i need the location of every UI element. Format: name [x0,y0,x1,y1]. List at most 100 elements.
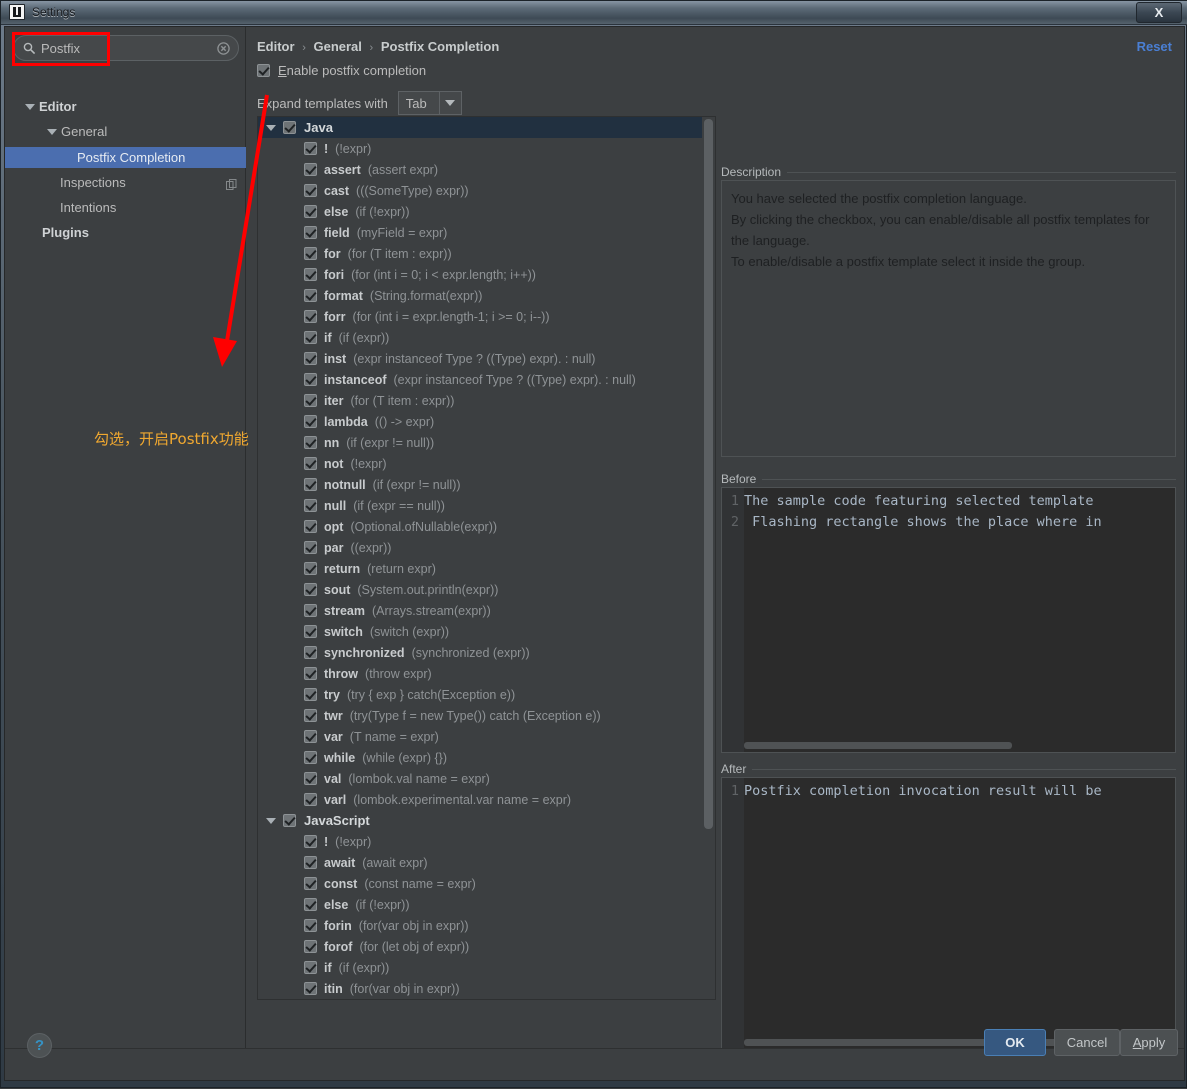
template-row[interactable]: null (if (expr == null)) [258,495,702,516]
close-icon[interactable]: X [1136,2,1182,23]
template-row[interactable]: await (await expr) [258,852,702,873]
postfix-templates-list[interactable]: Java! (!expr) assert (assert expr) cast (((So… [257,116,716,1000]
template-checkbox[interactable] [304,352,317,365]
template-row[interactable]: return (return expr) [258,558,702,579]
template-group-row[interactable]: Java [258,117,702,138]
template-checkbox[interactable] [304,646,317,659]
sidebar-item-general[interactable]: General [45,121,107,142]
search-box[interactable]: Postfix [13,35,239,61]
template-row[interactable]: for (for (T item : expr)) [258,243,702,264]
template-checkbox[interactable] [304,457,317,470]
template-checkbox[interactable] [304,730,317,743]
sidebar-item-editor[interactable]: Editor [23,96,77,117]
template-group-checkbox[interactable] [283,121,296,134]
reset-link[interactable]: Reset [1137,39,1172,54]
template-checkbox[interactable] [304,499,317,512]
chevron-down-icon[interactable] [266,815,277,826]
enable-postfix-completion-row[interactable]: Enable postfix completion [257,63,426,78]
template-checkbox[interactable] [304,184,317,197]
template-checkbox[interactable] [304,562,317,575]
templates-list-scroll-thumb[interactable] [704,119,713,829]
before-hscrollbar[interactable] [744,742,1173,749]
template-row[interactable]: val (lombok.val name = expr) [258,768,702,789]
template-row[interactable]: par ((expr)) [258,537,702,558]
template-row[interactable]: assert (assert expr) [258,159,702,180]
template-row[interactable]: if (if (expr)) [258,327,702,348]
template-checkbox[interactable] [304,898,317,911]
clear-circle-icon[interactable] [217,42,230,55]
breadcrumb-item-general[interactable]: General [313,39,361,54]
template-row[interactable]: else (if (!expr)) [258,894,702,915]
apply-button[interactable]: Apply [1120,1029,1178,1056]
template-checkbox[interactable] [304,205,317,218]
template-row[interactable]: const (const name = expr) [258,873,702,894]
chevron-down-icon[interactable] [438,92,461,114]
template-row[interactable]: iter (for (T item : expr)) [258,390,702,411]
template-checkbox[interactable] [304,541,317,554]
template-row[interactable]: twr (try(Type f = new Type()) catch (Exce… [258,705,702,726]
sidebar-item-intentions[interactable]: Intentions [60,197,116,218]
template-checkbox[interactable] [304,856,317,869]
template-row[interactable]: field (myField = expr) [258,222,702,243]
template-row[interactable]: forin (for(var obj in expr)) [258,915,702,936]
template-checkbox[interactable] [304,961,317,974]
expand-templates-select[interactable]: Tab [397,91,462,115]
template-checkbox[interactable] [304,415,317,428]
template-row[interactable]: try (try { exp } catch(Exception e)) [258,684,702,705]
template-checkbox[interactable] [304,436,317,449]
template-row[interactable]: varl (lombok.experimental.var name = expr… [258,789,702,810]
template-row[interactable]: sout (System.out.println(expr)) [258,579,702,600]
template-row[interactable]: while (while (expr) {}) [258,747,702,768]
template-checkbox[interactable] [304,373,317,386]
template-checkbox[interactable] [304,604,317,617]
enable-postfix-completion-checkbox[interactable] [257,64,270,77]
template-group-checkbox[interactable] [283,814,296,827]
template-checkbox[interactable] [304,688,317,701]
template-row[interactable]: ! (!expr) [258,138,702,159]
template-row[interactable]: synchronized (synchronized (expr)) [258,642,702,663]
sidebar-item-postfix-completion[interactable]: Postfix Completion [5,147,246,168]
template-checkbox[interactable] [304,940,317,953]
cancel-button[interactable]: Cancel [1054,1029,1120,1056]
search-input[interactable]: Postfix [13,35,239,61]
template-row[interactable]: throw (throw expr) [258,663,702,684]
templates-list-scrollbar[interactable] [702,117,715,999]
template-row[interactable]: fori (for (int i = 0; i < expr.length; i+… [258,264,702,285]
template-row[interactable]: forr (for (int i = expr.length-1; i >= 0;… [258,306,702,327]
template-checkbox[interactable] [304,709,317,722]
template-row[interactable]: if (if (expr)) [258,957,702,978]
template-row[interactable]: var (T name = expr) [258,726,702,747]
template-checkbox[interactable] [304,667,317,680]
template-checkbox[interactable] [304,793,317,806]
template-checkbox[interactable] [304,625,317,638]
copy-icon[interactable] [226,177,237,190]
template-checkbox[interactable] [304,583,317,596]
template-row[interactable]: itin (for(var obj in expr)) [258,978,702,999]
template-checkbox[interactable] [304,163,317,176]
template-checkbox[interactable] [304,772,317,785]
template-row[interactable]: stream (Arrays.stream(expr)) [258,600,702,621]
template-checkbox[interactable] [304,289,317,302]
template-checkbox[interactable] [304,226,317,239]
template-checkbox[interactable] [304,520,317,533]
template-row[interactable]: lambda (() -> expr) [258,411,702,432]
template-row[interactable]: cast (((SomeType) expr)) [258,180,702,201]
breadcrumb-item-editor[interactable]: Editor [257,39,295,54]
template-row[interactable]: forof (for (let obj of expr)) [258,936,702,957]
template-checkbox[interactable] [304,751,317,764]
template-checkbox[interactable] [304,331,317,344]
chevron-down-icon[interactable] [266,122,277,133]
sidebar-item-plugins[interactable]: Plugins [42,222,89,243]
template-row[interactable]: inst (expr instanceof Type ? ((Type) expr… [258,348,702,369]
template-checkbox[interactable] [304,982,317,995]
template-checkbox[interactable] [304,919,317,932]
template-checkbox[interactable] [304,394,317,407]
template-row[interactable]: switch (switch (expr)) [258,621,702,642]
template-row[interactable]: opt (Optional.ofNullable(expr)) [258,516,702,537]
before-hscroll-thumb[interactable] [744,742,1012,749]
template-checkbox[interactable] [304,478,317,491]
help-button[interactable]: ? [27,1033,52,1058]
template-checkbox[interactable] [304,835,317,848]
template-checkbox[interactable] [304,268,317,281]
template-row[interactable]: ! (!expr) [258,831,702,852]
